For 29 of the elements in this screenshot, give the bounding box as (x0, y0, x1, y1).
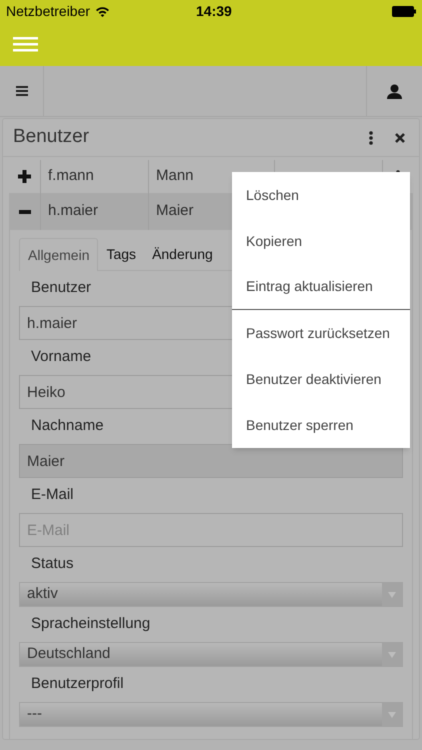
tab[interactable]: Allgemein (19, 238, 98, 271)
wifi-icon (95, 6, 110, 16)
tab[interactable]: Änderung (144, 238, 221, 270)
carrier-name: Netzbetreiber (6, 2, 90, 20)
panel-title: Benutzer (13, 125, 90, 150)
tab[interactable]: Tags (98, 238, 144, 270)
more-icon[interactable] (369, 130, 373, 144)
field-label: Benutzerprofil (31, 674, 124, 694)
dropdown-arrow-icon (388, 652, 396, 658)
field-label: E-Mail (31, 485, 74, 506)
collapse-icon[interactable] (18, 210, 30, 214)
field-label: Nachname (31, 416, 104, 436)
expand-icon[interactable] (18, 170, 31, 183)
dropdown-arrow-icon (388, 712, 396, 718)
user-icon[interactable] (387, 84, 402, 98)
field-label: Benutzer (31, 278, 92, 298)
close-icon[interactable] (395, 132, 405, 142)
dropdown[interactable]: aktiv (19, 582, 403, 607)
clock-time: 14:39 (196, 2, 232, 20)
battery-icon (392, 6, 416, 16)
dropdown[interactable]: Deutschland (19, 642, 403, 667)
field-label: Spracheinstellung (31, 614, 150, 634)
dropdown[interactable]: --- (19, 702, 403, 727)
dropdown-arrow-icon (388, 592, 396, 598)
menu-icon[interactable] (16, 86, 28, 96)
field-label: Status (31, 554, 74, 574)
field-label: Vorname (31, 347, 92, 368)
table-cell: h.maier (41, 193, 149, 230)
menu-item[interactable]: Eintrag aktualisieren (232, 264, 410, 310)
